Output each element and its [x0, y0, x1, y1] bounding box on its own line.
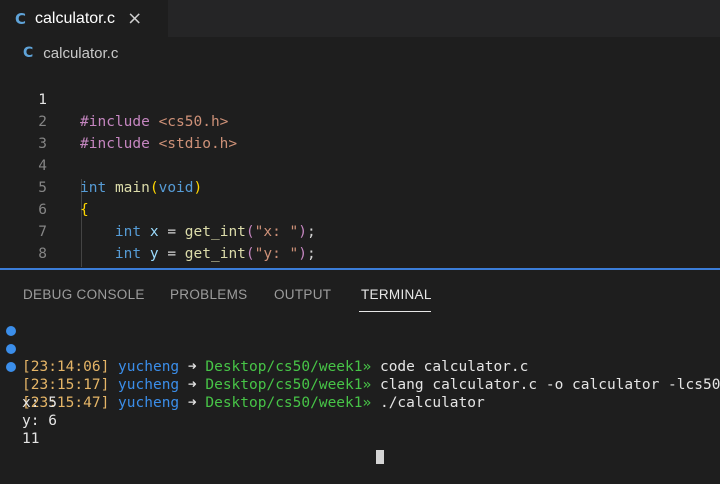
terminal-command-line: [23:14:06] yucheng ➜ Desktop/cs50/week1»…: [0, 322, 720, 375]
code-line[interactable]: 6 int x = get_int("x: ");: [0, 177, 720, 240]
terminal-command-line: [23:15:47] yucheng ➜ Desktop/cs50/week1»…: [0, 358, 720, 411]
code-line[interactable]: 9 }: [0, 243, 720, 306]
c-file-icon: C: [23, 45, 34, 61]
code-editor[interactable]: 1 #include <cs50.h> 2 #include <stdio.h>…: [0, 66, 720, 306]
panel-tabs: DEBUG CONSOLE PROBLEMS OUTPUT TERMINAL: [0, 270, 720, 326]
active-tab-indicator: [359, 311, 431, 312]
editor-tab-bar: C calculator.c ×: [0, 0, 720, 37]
tab-label: calculator.c: [35, 9, 116, 27]
tab-output[interactable]: OUTPUT: [274, 287, 331, 302]
code-line[interactable]: 4 int main(void): [0, 133, 720, 196]
terminal-output-line: y: 6: [0, 394, 720, 429]
tab-calculator-c[interactable]: C calculator.c ×: [0, 0, 168, 37]
code-line[interactable]: 2 #include <stdio.h>: [0, 89, 720, 152]
c-file-icon: C: [15, 9, 27, 28]
command-status-icon[interactable]: [6, 344, 16, 354]
terminal-prompt-line: [0, 430, 720, 464]
code-line[interactable]: 8 printf("%i\n", x + y);: [0, 221, 720, 284]
bottom-panel: DEBUG CONSOLE PROBLEMS OUTPUT TERMINAL […: [0, 268, 720, 464]
breadcrumb: C calculator.c: [0, 40, 720, 66]
breadcrumb-file[interactable]: calculator.c: [43, 45, 118, 62]
code-line[interactable]: 3: [0, 111, 720, 152]
code-line[interactable]: 5 {: [0, 155, 720, 218]
tab-problems[interactable]: PROBLEMS: [170, 287, 247, 302]
tab-debug-console[interactable]: DEBUG CONSOLE: [23, 287, 145, 302]
code-line[interactable]: 1 #include <cs50.h>: [0, 67, 720, 130]
tab-terminal[interactable]: TERMINAL: [361, 287, 432, 302]
terminal-output-line: x: 5: [0, 376, 720, 411]
terminal-output-line: 11: [0, 412, 720, 447]
terminal-cursor: [376, 450, 384, 464]
command-status-icon[interactable]: [6, 362, 16, 372]
terminal-command-line: [23:15:17] yucheng ➜ Desktop/cs50/week1»…: [0, 340, 720, 393]
code-line[interactable]: 7 int y = get_int("y: ");: [0, 199, 720, 262]
command-status-icon[interactable]: [6, 326, 16, 336]
close-icon[interactable]: ×: [127, 8, 142, 29]
